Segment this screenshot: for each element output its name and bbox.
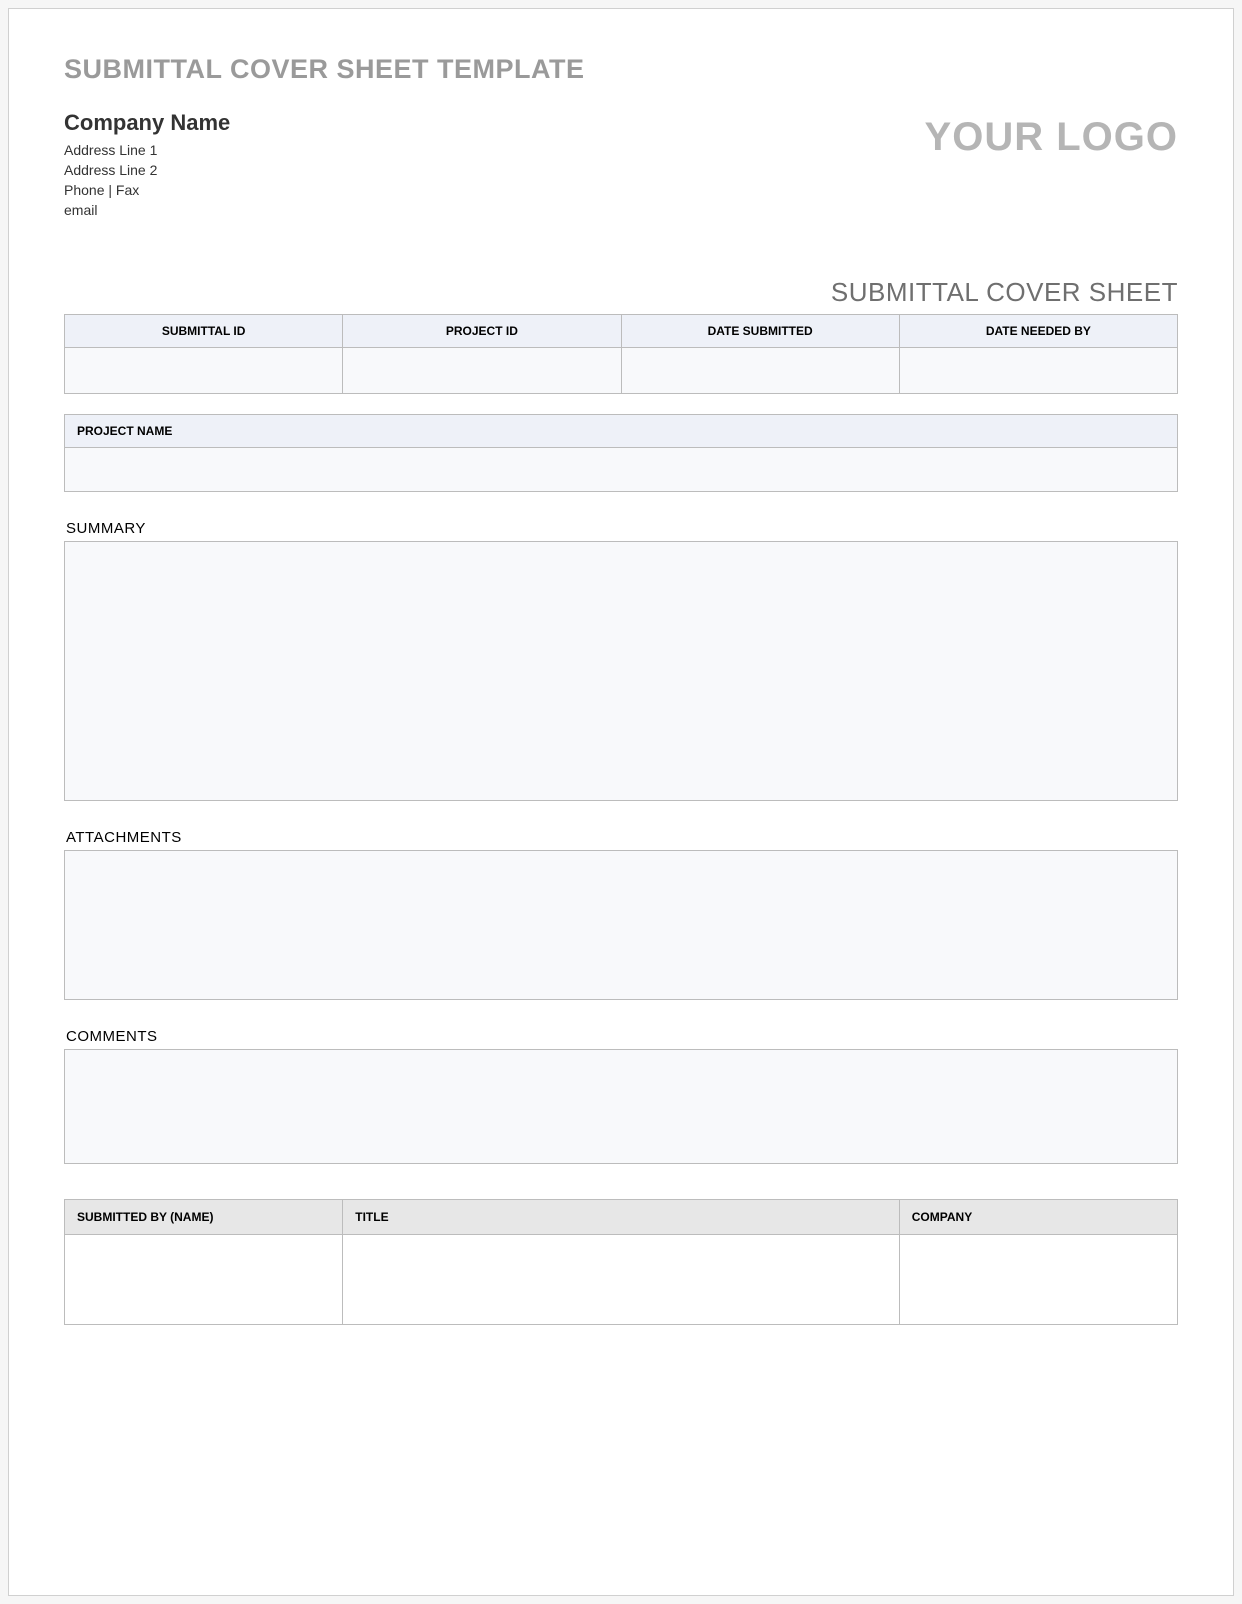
comments-label: COMMENTS	[66, 1028, 1178, 1045]
header-row: Company Name Address Line 1 Address Line…	[64, 110, 1178, 222]
company-block: Company Name Address Line 1 Address Line…	[64, 110, 230, 222]
value-project-name[interactable]	[65, 448, 1178, 492]
attachments-label: ATTACHMENTS	[66, 829, 1178, 846]
comments-box[interactable]	[64, 1049, 1178, 1164]
company-phone-fax: Phone | Fax	[64, 182, 230, 198]
value-submittal-id[interactable]	[65, 348, 343, 394]
header-title: TITLE	[343, 1200, 900, 1235]
header-submittal-id: SUBMITTAL ID	[65, 315, 343, 348]
header-company: COMPANY	[899, 1200, 1177, 1235]
header-submitted-by: SUBMITTED BY (NAME)	[65, 1200, 343, 1235]
document-page: SUBMITTAL COVER SHEET TEMPLATE Company N…	[8, 8, 1234, 1596]
company-address-1: Address Line 1	[64, 142, 230, 158]
header-date-submitted: DATE SUBMITTED	[621, 315, 899, 348]
header-date-needed-by: DATE NEEDED BY	[899, 315, 1177, 348]
value-title[interactable]	[343, 1235, 900, 1325]
value-company[interactable]	[899, 1235, 1177, 1325]
attachments-box[interactable]	[64, 850, 1178, 1000]
header-project-id: PROJECT ID	[343, 315, 621, 348]
summary-box[interactable]	[64, 541, 1178, 801]
summary-label: SUMMARY	[66, 520, 1178, 537]
company-name: Company Name	[64, 110, 230, 136]
footer-table: SUBMITTED BY (NAME) TITLE COMPANY	[64, 1199, 1178, 1325]
value-submitted-by[interactable]	[65, 1235, 343, 1325]
template-title: SUBMITTAL COVER SHEET TEMPLATE	[64, 54, 1178, 85]
value-date-submitted[interactable]	[621, 348, 899, 394]
document-title: SUBMITTAL COVER SHEET	[64, 277, 1178, 308]
project-name-table: PROJECT NAME	[64, 414, 1178, 492]
value-date-needed-by[interactable]	[899, 348, 1177, 394]
logo-placeholder: YOUR LOGO	[925, 115, 1178, 160]
value-project-id[interactable]	[343, 348, 621, 394]
company-email: email	[64, 202, 230, 218]
header-project-name: PROJECT NAME	[65, 415, 1178, 448]
company-address-2: Address Line 2	[64, 162, 230, 178]
info-table: SUBMITTAL ID PROJECT ID DATE SUBMITTED D…	[64, 314, 1178, 394]
